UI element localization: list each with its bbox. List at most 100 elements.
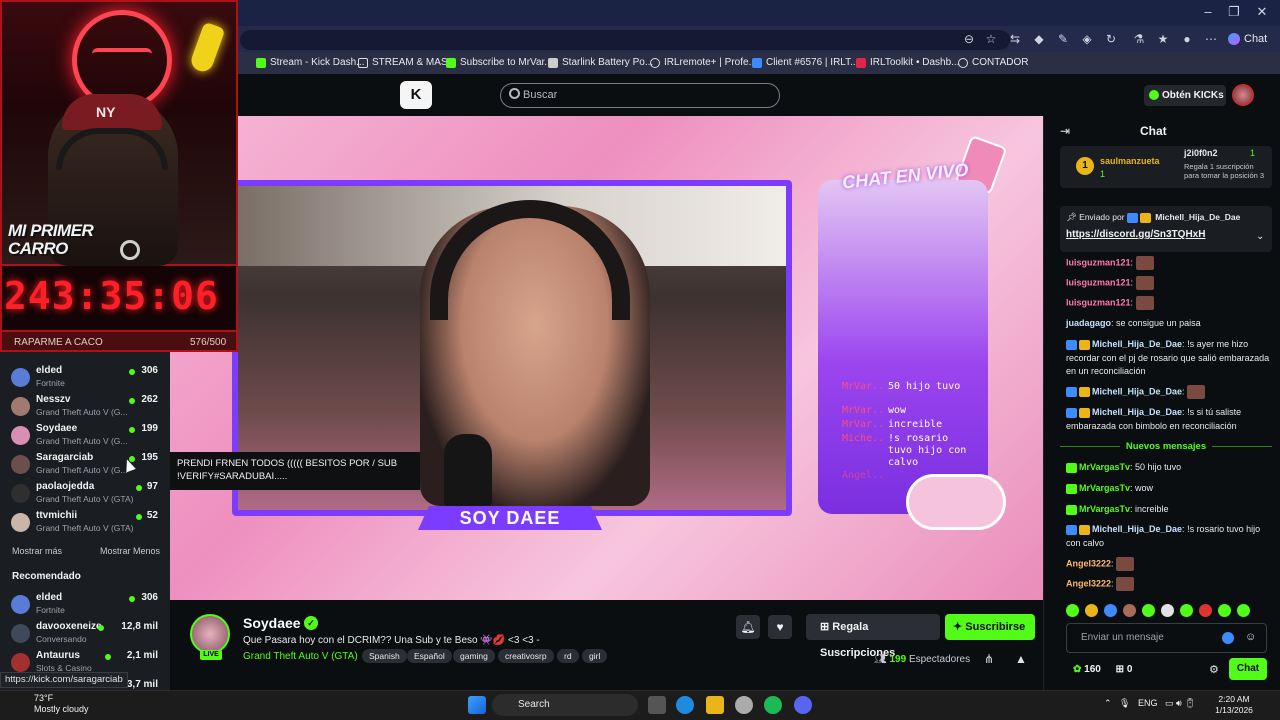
gift-subs-button[interactable]: ⊞ Regala Suscripciones — [806, 614, 940, 659]
bookmark[interactable]: Subscribe to MrVar... — [446, 57, 553, 68]
chat-input[interactable]: Enviar un mensaje — [1066, 623, 1267, 653]
task-view-icon[interactable] — [648, 696, 666, 714]
streamer-name[interactable]: Soydaee — [243, 615, 301, 631]
new-messages-label[interactable]: Nuevos mensajes — [1060, 441, 1272, 452]
tag[interactable]: Español — [407, 649, 452, 663]
emote-icon[interactable] — [1066, 604, 1079, 617]
minimize-icon[interactable]: – — [1198, 4, 1218, 19]
chevron-down-icon[interactable]: ⌄ — [1256, 231, 1264, 242]
start-icon[interactable] — [468, 696, 486, 714]
file-explorer-icon[interactable] — [706, 696, 724, 714]
clock[interactable]: 2:20 AM 1/13/2026 — [1212, 694, 1256, 716]
sidebar-channel-item[interactable]: Soydaee Grand Theft Auto V (G... 199 — [0, 422, 170, 452]
sidebar-channel-item[interactable]: elded Fortnite 306 — [0, 591, 170, 621]
emote-icon[interactable] — [1161, 604, 1174, 617]
edge-icon[interactable] — [676, 696, 694, 714]
chat-username[interactable]: Michell_Hija_De_Dae — [1092, 524, 1182, 534]
chat-username[interactable]: Angel3222 — [1066, 578, 1111, 588]
extension-icon[interactable]: ⚗ — [1130, 32, 1148, 46]
live-dot-icon — [104, 654, 111, 660]
bookmark[interactable]: Stream - Kick Dash... — [256, 57, 364, 68]
kick-logo-icon[interactable]: K — [400, 81, 432, 109]
settings-gear-icon[interactable]: ⚙ — [1209, 663, 1219, 676]
maximize-icon[interactable]: ❐ — [1224, 4, 1244, 20]
chat-username[interactable]: MrVargasTv — [1079, 462, 1130, 472]
sidebar-channel-item[interactable]: Saragarciab Grand Theft Auto V (G... 195 — [0, 451, 170, 481]
profile-icon[interactable]: ● — [1178, 32, 1196, 46]
sidebar-channel-item[interactable]: ttvmichii Grand Theft Auto V (GTA) 52 — [0, 509, 170, 539]
extension-icon[interactable]: ↻ — [1102, 32, 1120, 46]
show-more-link[interactable]: Mostrar más — [12, 546, 62, 556]
emote-icon[interactable] — [1104, 604, 1117, 617]
emote-icon[interactable] — [1237, 604, 1250, 617]
chat-username[interactable]: MrVargasTv — [1079, 504, 1130, 514]
sidebar-channel-item[interactable]: davooxeneize Conversando 12,8 mil — [0, 620, 170, 650]
show-less-link[interactable]: Mostrar Menos — [100, 546, 160, 556]
tag[interactable]: creativosrp — [498, 649, 554, 663]
chat-username[interactable]: Angel3222 — [1066, 558, 1111, 568]
follow-heart-icon[interactable]: ♥ — [768, 615, 792, 639]
sidebar-channel-item[interactable]: Nesszv Grand Theft Auto V (G... 262 — [0, 393, 170, 423]
share-icon[interactable]: ⋔ — [984, 652, 994, 666]
top-gifter-name[interactable]: saulmanzueta — [1100, 156, 1160, 166]
discord-icon[interactable] — [794, 696, 812, 714]
report-icon[interactable]: ▲ — [1015, 652, 1027, 666]
emote-icon[interactable] — [1142, 604, 1155, 617]
chat-username[interactable]: juadagago — [1066, 318, 1111, 328]
emote-icon[interactable] — [1180, 604, 1193, 617]
overlay-chat-user: MrVar.. — [842, 419, 885, 430]
chat-username[interactable]: luisguzman121 — [1066, 277, 1131, 287]
extension-icon[interactable]: ◆ — [1030, 32, 1048, 46]
favorite-star-icon[interactable]: ☆ — [982, 32, 1000, 46]
pinned-link[interactable]: https://discord.gg/Sn3TQHxH — [1066, 229, 1205, 240]
spotify-icon[interactable] — [764, 696, 782, 714]
emote-icon[interactable] — [1199, 604, 1212, 617]
channel-points[interactable]: ✿ 160 ⊞ 0 — [1073, 664, 1132, 675]
emote-icon[interactable] — [1123, 604, 1136, 617]
avatar[interactable] — [1232, 84, 1254, 106]
gift-user-name[interactable]: j2i0f0n2 — [1184, 148, 1218, 158]
extension-icon[interactable]: ◈ — [1078, 32, 1096, 46]
tag[interactable]: Spanish — [362, 649, 407, 663]
chat-username[interactable]: Michell_Hija_De_Dae — [1092, 339, 1182, 349]
bookmark[interactable]: Starlink Battery Po... — [548, 57, 653, 68]
bookmark[interactable]: Client #6576 | IRLT... — [752, 57, 858, 68]
live-dot-icon — [129, 596, 136, 602]
system-tray[interactable]: ⌃ 🎙︎ ENG ▭ 🔊︎ 🔋︎ — [1104, 698, 1196, 709]
category-link[interactable]: Grand Theft Auto V (GTA) — [243, 651, 358, 662]
emoji-icon[interactable]: ☺ — [1245, 631, 1256, 643]
bookmark[interactable]: STREAM & MAS — [358, 57, 448, 68]
favorites-icon[interactable]: ★ — [1154, 32, 1172, 46]
sidebar-channel-item[interactable]: paolaojedda Grand Theft Auto V (GTA) 97 — [0, 480, 170, 510]
bookmark[interactable]: IRLremote+ | Profe... — [650, 57, 757, 68]
bookmark[interactable]: CONTADOR — [958, 57, 1028, 68]
more-menu-icon[interactable]: ⋯ — [1202, 32, 1220, 46]
tag[interactable]: girl — [582, 649, 608, 663]
chat-username[interactable]: luisguzman121 — [1066, 257, 1131, 267]
notification-bell-icon[interactable]: 🔔︎ — [736, 615, 760, 639]
chat-username[interactable]: luisguzman121 — [1066, 297, 1131, 307]
close-icon[interactable]: ✕ — [1252, 4, 1272, 20]
sidebar-channel-item[interactable]: elded Fortnite 306 — [0, 364, 170, 394]
streamer-avatar[interactable] — [190, 614, 230, 654]
taskbar-search[interactable]: Search — [492, 694, 638, 716]
collapse-chat-icon[interactable]: ⇥ — [1060, 124, 1070, 138]
reader-icon[interactable]: ⊖ — [960, 32, 978, 46]
chat-send-button[interactable]: Chat — [1229, 658, 1267, 680]
emote-icon[interactable] — [1085, 604, 1098, 617]
chat-username[interactable]: Michell_Hija_De_Dae — [1092, 407, 1182, 417]
search-input[interactable]: Buscar — [500, 83, 780, 108]
extension-icon[interactable]: ✎ — [1054, 32, 1072, 46]
chat-username[interactable]: MrVargasTv — [1079, 483, 1130, 493]
address-bar[interactable] — [240, 30, 1010, 50]
emote-icon[interactable] — [1218, 604, 1231, 617]
bookmark[interactable]: IRLToolkit • Dashb... — [856, 57, 959, 68]
obs-icon[interactable] — [735, 696, 753, 714]
tag[interactable]: rd — [557, 649, 579, 663]
tag[interactable]: gaming — [453, 649, 495, 663]
weather-widget[interactable]: 73°F Mostly cloudy — [8, 693, 89, 715]
subscribe-button[interactable]: ✦ Suscribirse — [945, 614, 1035, 640]
chat-username[interactable]: Michell_Hija_De_Dae — [1092, 386, 1182, 396]
extension-icon[interactable]: ⇆ — [1006, 32, 1024, 46]
copilot-button[interactable]: Chat — [1228, 33, 1267, 45]
